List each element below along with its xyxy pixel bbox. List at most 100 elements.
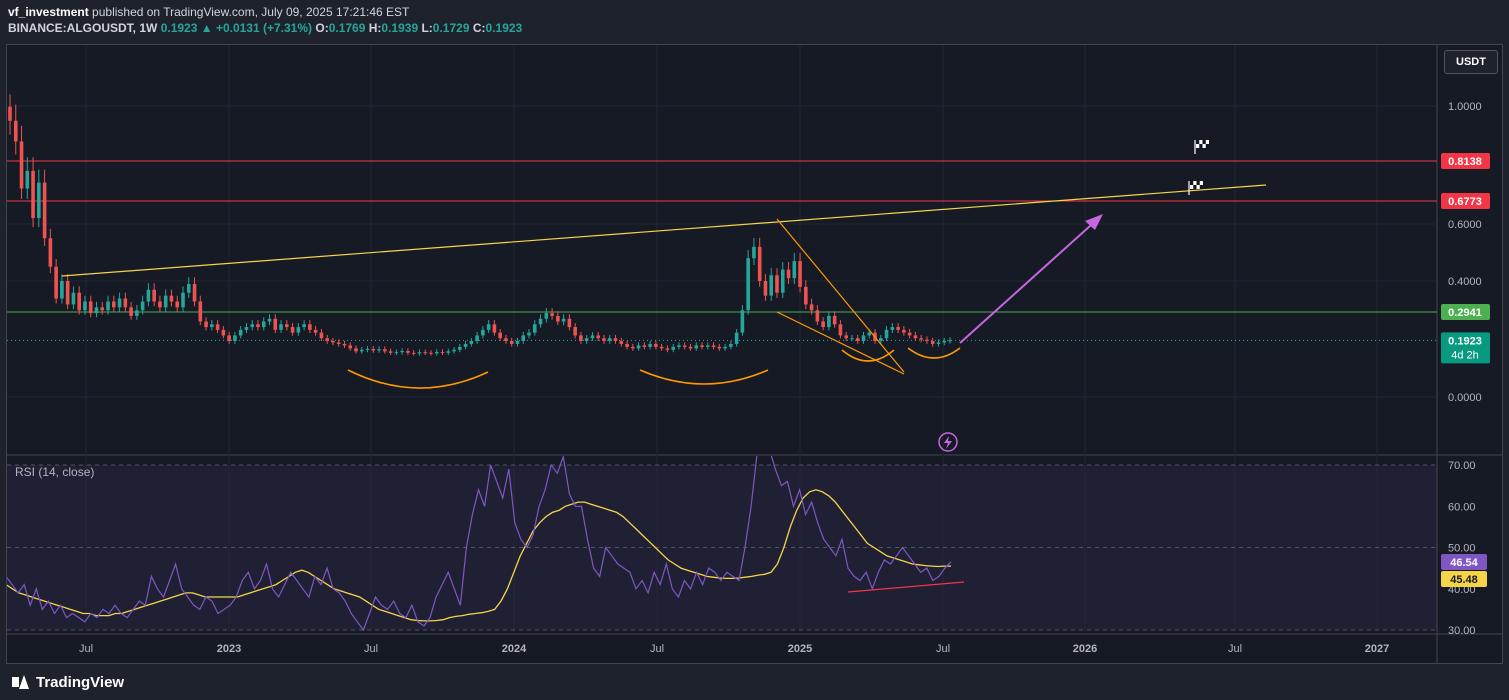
candle-body xyxy=(936,342,941,344)
candle-body xyxy=(244,327,249,330)
candle-body xyxy=(769,275,774,296)
candle-body xyxy=(544,313,549,319)
candle-body xyxy=(279,324,283,330)
candle-body xyxy=(313,329,318,333)
candle-body xyxy=(152,289,156,302)
candle-body xyxy=(821,321,825,328)
candle-body xyxy=(613,338,618,341)
candle-body xyxy=(711,345,716,347)
candle-body xyxy=(365,348,370,350)
candle-body xyxy=(406,351,410,353)
candle-body xyxy=(31,170,35,219)
candle-body xyxy=(169,295,174,302)
candle-body xyxy=(440,351,445,353)
candle-body xyxy=(688,346,693,349)
candle-body xyxy=(942,341,947,343)
candle-body xyxy=(146,289,151,302)
candle-body xyxy=(221,329,226,336)
candle-body xyxy=(308,324,312,330)
price-axis-label: 0.0000 xyxy=(1448,392,1482,404)
candle-body xyxy=(498,332,502,339)
candle-body xyxy=(504,338,508,341)
candle-body xyxy=(19,141,24,189)
candle-body xyxy=(734,332,739,344)
candle-body xyxy=(77,292,82,311)
candle-body xyxy=(394,352,399,354)
candle-body xyxy=(256,324,260,328)
candle-body xyxy=(290,327,295,333)
candle-body xyxy=(210,324,214,328)
candle-body xyxy=(186,283,191,293)
candle-body xyxy=(850,338,854,340)
candle-body xyxy=(532,324,537,333)
candle-body xyxy=(636,345,641,349)
candle-body xyxy=(694,345,699,349)
candle-body xyxy=(677,345,681,347)
rsi-axis-label: 30.00 xyxy=(1448,625,1476,637)
candle-body xyxy=(907,332,912,336)
candle-body xyxy=(429,352,433,354)
flag-check xyxy=(1202,140,1206,144)
candle-body xyxy=(88,301,93,314)
candle-body xyxy=(717,346,722,349)
candle-body xyxy=(42,182,47,239)
footer-brand[interactable]: TradingView xyxy=(12,670,124,694)
time-axis-label: Jul xyxy=(1228,643,1242,655)
candle-body xyxy=(729,343,733,347)
candle-body xyxy=(561,318,566,322)
candle-body xyxy=(896,327,900,330)
rsi-axis-label: 50.00 xyxy=(1448,543,1476,555)
candle-body xyxy=(832,315,837,325)
flag-check xyxy=(1190,181,1194,185)
time-axis-label: Jul xyxy=(936,643,950,655)
candle-body xyxy=(215,324,220,330)
chart-canvas[interactable]: Jul 2023 Jul 2024 Jul 2025 Jul 2026 Jul 2027 1.000… xyxy=(0,0,1509,700)
candle-body xyxy=(267,318,272,322)
candle-body xyxy=(642,345,647,347)
candle-body xyxy=(383,349,387,352)
candle-body xyxy=(129,307,133,316)
candle-body xyxy=(538,318,543,325)
rsi-ma-value-label: 45.48 xyxy=(1450,574,1478,586)
candle-body xyxy=(371,348,376,351)
candle-body xyxy=(94,307,99,314)
candle-body xyxy=(792,261,797,279)
candle-body xyxy=(948,340,952,342)
candle-body xyxy=(238,329,243,336)
candle-body xyxy=(302,324,306,328)
candle-body xyxy=(296,327,301,333)
candle-body xyxy=(867,332,872,336)
candle-body xyxy=(112,301,116,308)
candle-body xyxy=(556,315,560,322)
candle-body xyxy=(106,301,110,311)
candle-body xyxy=(486,324,491,330)
candle-body xyxy=(48,238,53,267)
candle-body xyxy=(37,182,41,219)
candle-body xyxy=(780,269,785,293)
resistance-level-label: 0.8138 xyxy=(1448,156,1482,168)
bar-countdown-label: 4d 2h xyxy=(1451,349,1479,361)
price-axis-label: 1.0000 xyxy=(1448,101,1482,113)
candle-body xyxy=(550,313,554,316)
candle-body xyxy=(855,338,860,341)
currency-button[interactable]: USDT xyxy=(1444,50,1498,74)
candle-body xyxy=(584,338,589,341)
candle-body xyxy=(596,335,601,339)
candle-body xyxy=(815,310,820,322)
candle-body xyxy=(123,298,128,308)
candle-body xyxy=(348,345,353,349)
candle-body xyxy=(463,343,468,347)
flag-check xyxy=(1205,144,1209,148)
candle-body xyxy=(798,261,802,287)
candle-body xyxy=(515,341,520,344)
candle-body xyxy=(60,281,64,299)
time-axis-label: 2024 xyxy=(502,643,527,655)
candle-body xyxy=(838,324,843,336)
candle-body xyxy=(388,351,393,353)
candle-body xyxy=(625,343,629,347)
candle-body xyxy=(884,329,889,339)
tradingview-logo-icon xyxy=(12,675,30,689)
candle-body xyxy=(579,335,583,341)
candle-body xyxy=(158,301,162,308)
flag-check xyxy=(1196,181,1200,185)
